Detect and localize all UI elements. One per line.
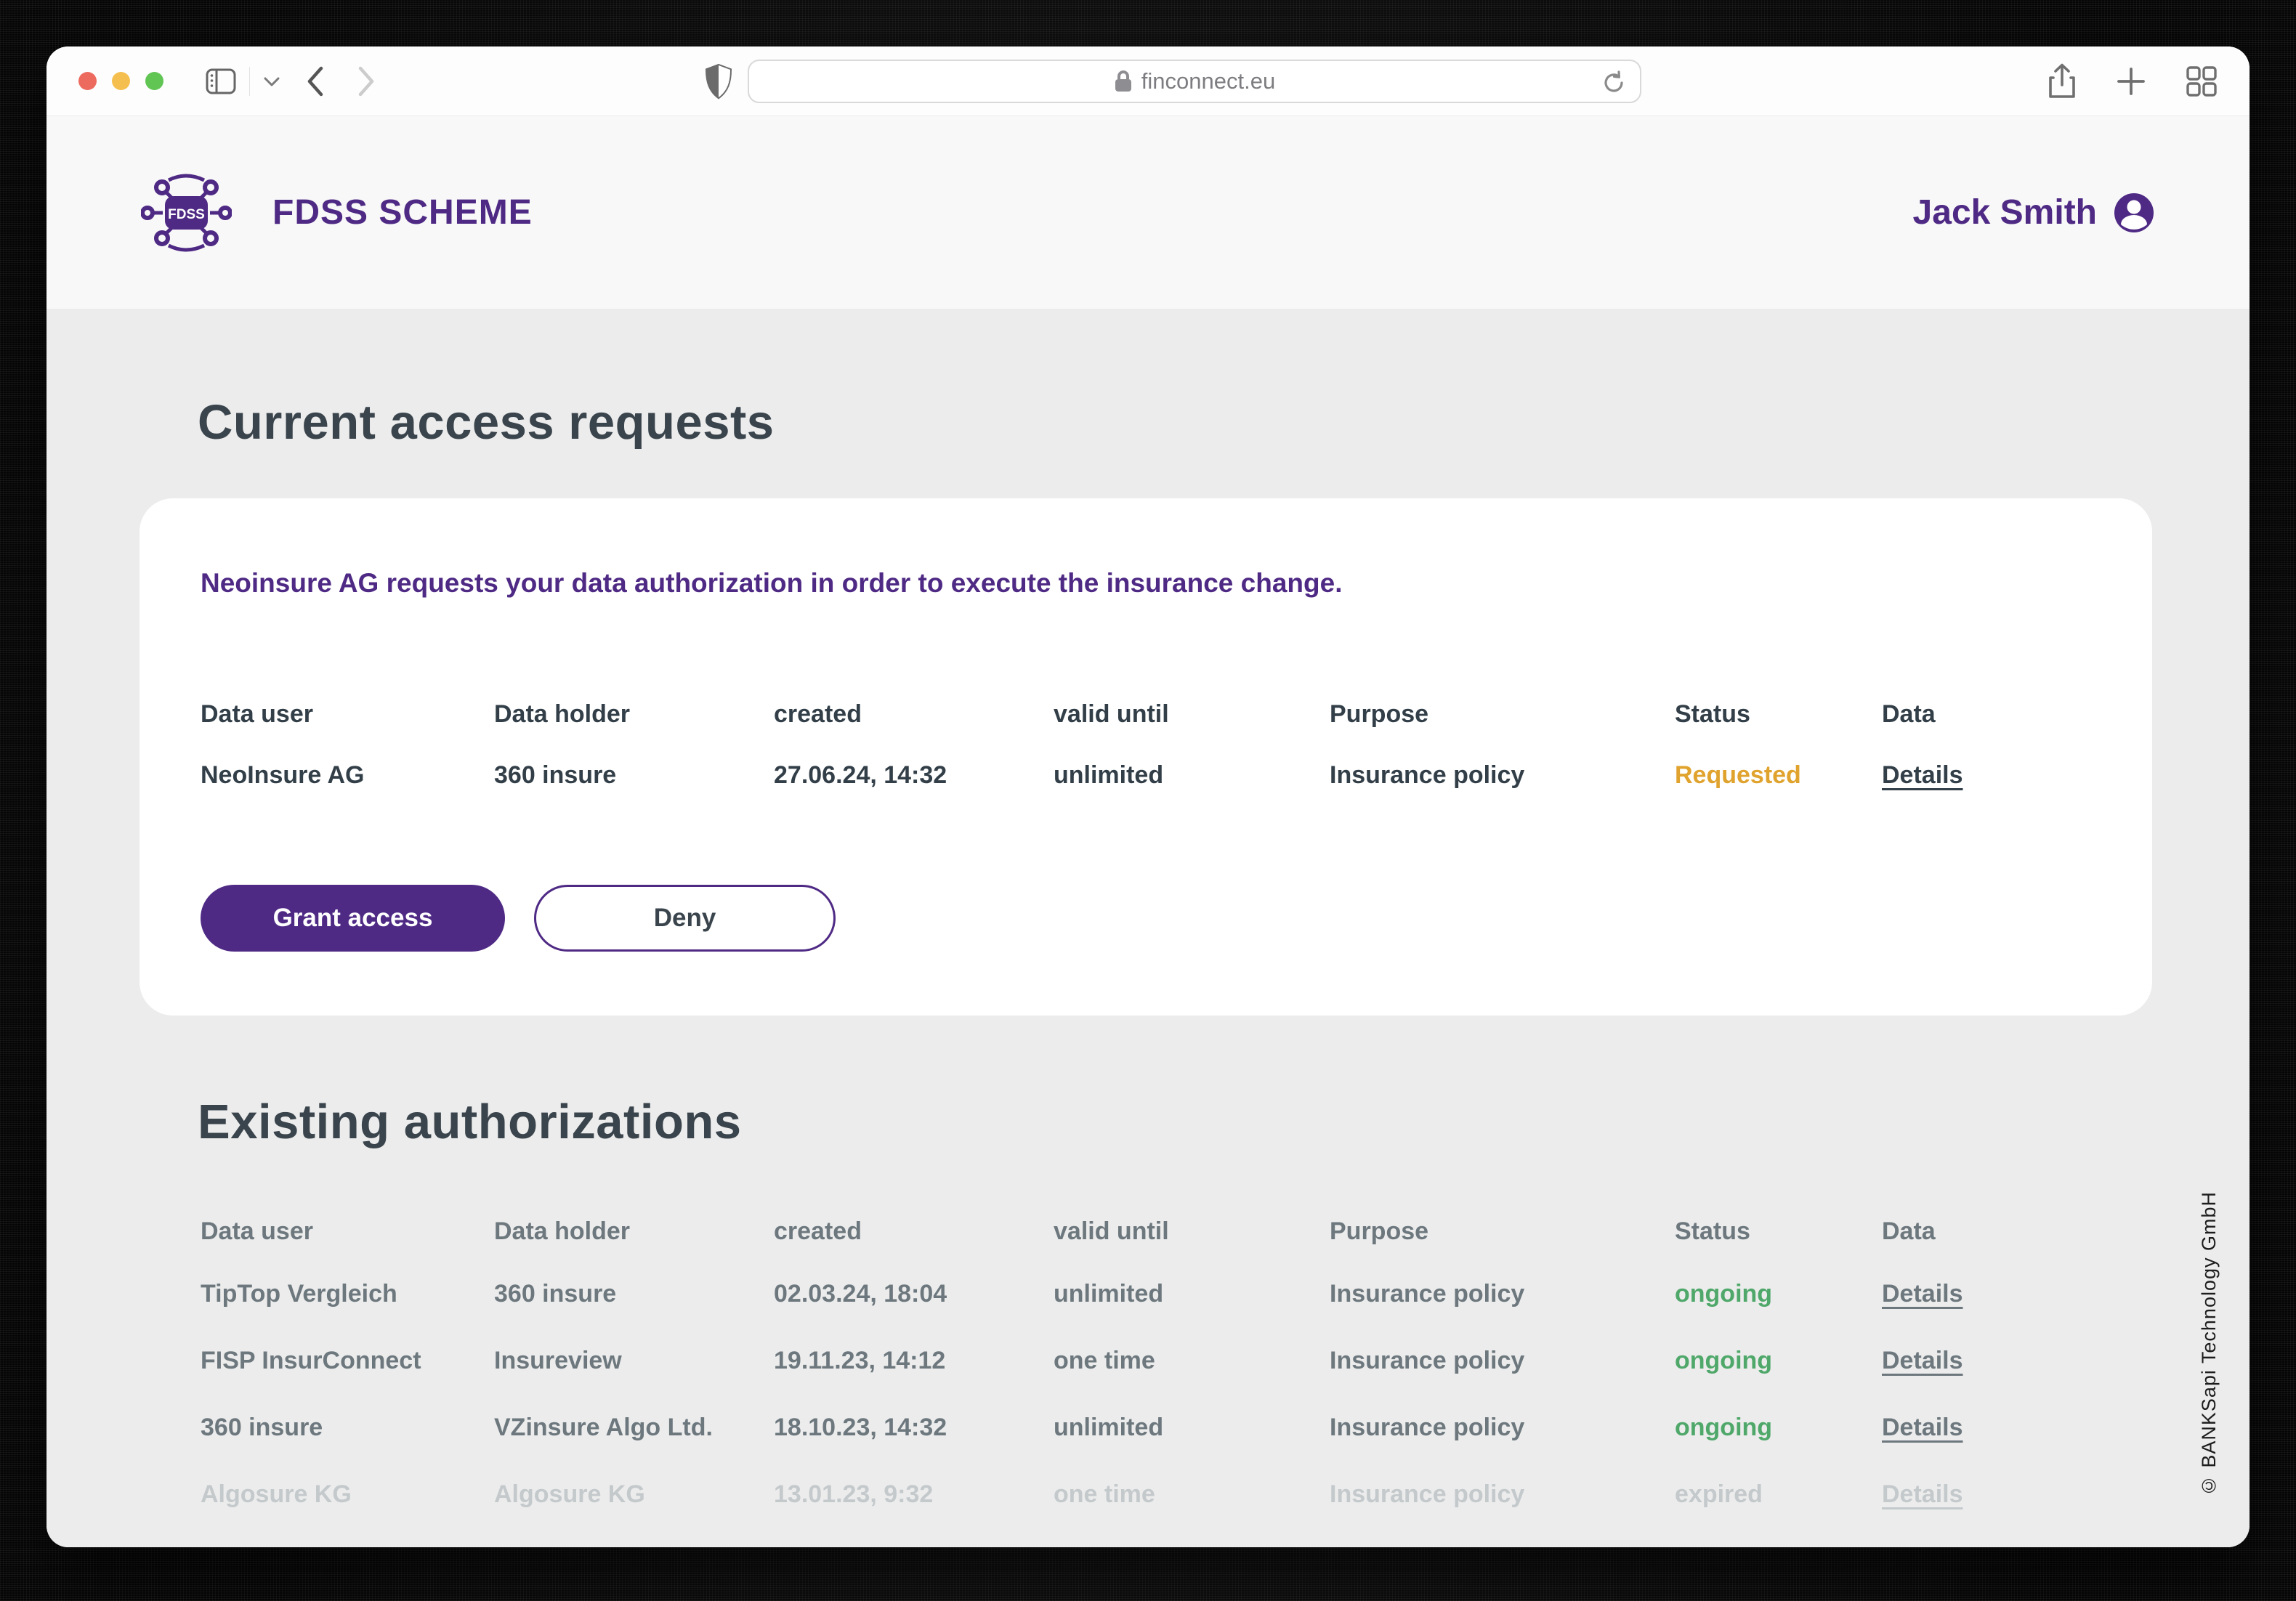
privacy-shield-icon[interactable]	[704, 46, 733, 116]
access-request-card: Neoinsure AG requests your data authoriz…	[140, 498, 2152, 1016]
minimize-button[interactable]	[112, 72, 130, 90]
auth-purpose: Insurance policy	[1330, 1394, 1675, 1461]
column-header-data-holder: Data holder	[494, 1202, 774, 1260]
forward-icon[interactable]	[357, 65, 376, 97]
svg-text:FDSS: FDSS	[168, 207, 205, 222]
auth-status-badge: expired	[1675, 1461, 1882, 1528]
request-data-holder: 360 insure	[494, 744, 774, 806]
column-header-data-user: Data user	[201, 1202, 494, 1260]
auth-valid-until: unlimited	[1054, 1260, 1330, 1327]
auth-purpose: Insurance policy	[1330, 1260, 1675, 1327]
column-header-valid-until: valid until	[1054, 1202, 1330, 1260]
auth-valid-until: one time	[1054, 1461, 1330, 1528]
column-header-data: Data	[1882, 684, 2091, 744]
auth-created: 19.11.23, 14:12	[774, 1327, 1054, 1394]
url-text: finconnect.eu	[1141, 68, 1275, 94]
back-icon[interactable]	[305, 65, 324, 97]
auth-details-link[interactable]: Details	[1882, 1348, 1963, 1373]
auth-valid-until: unlimited	[1054, 1394, 1330, 1461]
auth-data-holder: Insureview	[494, 1327, 774, 1394]
auth-details-link[interactable]: Details	[1882, 1482, 1963, 1507]
auth-data-holder: Algosure KG	[494, 1461, 774, 1528]
user-name: Jack Smith	[1913, 192, 2097, 232]
request-data-user: NeoInsure AG	[201, 744, 494, 806]
authorization-row-expired: Algosure KG Algosure KG 13.01.23, 9:32 o…	[201, 1461, 2091, 1528]
request-status-badge: Requested	[1675, 744, 1882, 806]
current-requests-title: Current access requests	[47, 309, 2249, 450]
close-button[interactable]	[78, 72, 97, 90]
sidebar-icon[interactable]	[206, 68, 236, 94]
column-header-purpose: Purpose	[1330, 1202, 1675, 1260]
new-tab-icon[interactable]	[2116, 66, 2146, 97]
auth-status-badge: ongoing	[1675, 1260, 1882, 1327]
authorizations-table: Data user Data holder created valid unti…	[140, 1202, 2152, 1528]
grant-access-button[interactable]: Grant access	[201, 885, 505, 952]
request-table-row: NeoInsure AG 360 insure 27.06.24, 14:32 …	[201, 744, 2091, 806]
column-header-purpose: Purpose	[1330, 684, 1675, 744]
auth-created: 02.03.24, 18:04	[774, 1260, 1054, 1327]
auth-data-holder: VZinsure Algo Ltd.	[494, 1394, 774, 1461]
authorization-row: 360 insure VZinsure Algo Ltd. 18.10.23, …	[201, 1394, 2091, 1461]
auth-data-user: FISP InsurConnect	[201, 1327, 494, 1394]
auth-created: 13.01.23, 9:32	[774, 1461, 1054, 1528]
browser-window: finconnect.eu	[47, 46, 2249, 1547]
auth-data-user: 360 insure	[201, 1394, 494, 1461]
user-menu[interactable]: Jack Smith	[1913, 192, 2155, 234]
fdss-logo-icon: FDSS	[141, 170, 232, 256]
reload-icon[interactable]	[1601, 70, 1627, 96]
toolbar-divider	[249, 67, 250, 96]
auth-data-user: Algosure KG	[201, 1461, 494, 1528]
page-content: Current access requests Neoinsure AG req…	[47, 309, 2249, 1547]
auth-created: 18.10.23, 14:32	[774, 1394, 1054, 1461]
column-header-created: created	[774, 1202, 1054, 1260]
site-header: FDSS FDSS SCHEME Jack Smith	[47, 116, 2249, 309]
request-table-header: Data user Data holder created valid unti…	[201, 684, 2091, 744]
brand-name: FDSS SCHEME	[272, 192, 533, 232]
auth-data-user: TipTop Vergleich	[201, 1260, 494, 1327]
copyright-text: © BANKSapi Technology GmbH	[2198, 1191, 2220, 1496]
request-valid-until: unlimited	[1054, 744, 1330, 806]
request-message: Neoinsure AG requests your data authoriz…	[201, 568, 2091, 599]
authorization-row: FISP InsurConnect Insureview 19.11.23, 1…	[201, 1327, 2091, 1394]
chevron-down-icon[interactable]	[263, 76, 280, 87]
traffic-lights	[78, 72, 163, 90]
auth-details-link[interactable]: Details	[1882, 1281, 1963, 1306]
browser-toolbar: finconnect.eu	[47, 46, 2249, 116]
column-header-data: Data	[1882, 1202, 2091, 1260]
column-header-data-holder: Data holder	[494, 684, 774, 744]
share-icon[interactable]	[2048, 63, 2077, 100]
auth-purpose: Insurance policy	[1330, 1461, 1675, 1528]
auth-status-badge: ongoing	[1675, 1327, 1882, 1394]
deny-button[interactable]: Deny	[534, 885, 836, 952]
lock-icon	[1114, 70, 1133, 93]
column-header-created: created	[774, 684, 1054, 744]
existing-authorizations-title: Existing authorizations	[47, 1016, 2249, 1150]
authorization-row: TipTop Vergleich 360 insure 02.03.24, 18…	[201, 1260, 2091, 1327]
request-details-link[interactable]: Details	[1882, 763, 1963, 787]
column-header-status: Status	[1675, 684, 1882, 744]
column-header-valid-until: valid until	[1054, 684, 1330, 744]
auth-status-badge: ongoing	[1675, 1394, 1882, 1461]
tab-overview-icon[interactable]	[2186, 65, 2218, 97]
zoom-button[interactable]	[145, 72, 163, 90]
auth-data-holder: 360 insure	[494, 1260, 774, 1327]
auth-purpose: Insurance policy	[1330, 1327, 1675, 1394]
request-purpose: Insurance policy	[1330, 744, 1675, 806]
avatar-icon	[2113, 192, 2155, 234]
brand: FDSS FDSS SCHEME	[141, 170, 533, 256]
request-created: 27.06.24, 14:32	[774, 744, 1054, 806]
auth-valid-until: one time	[1054, 1327, 1330, 1394]
auth-details-link[interactable]: Details	[1882, 1415, 1963, 1440]
authorizations-table-header: Data user Data holder created valid unti…	[201, 1202, 2091, 1260]
column-header-data-user: Data user	[201, 684, 494, 744]
column-header-status: Status	[1675, 1202, 1882, 1260]
url-field[interactable]: finconnect.eu	[748, 60, 1641, 103]
